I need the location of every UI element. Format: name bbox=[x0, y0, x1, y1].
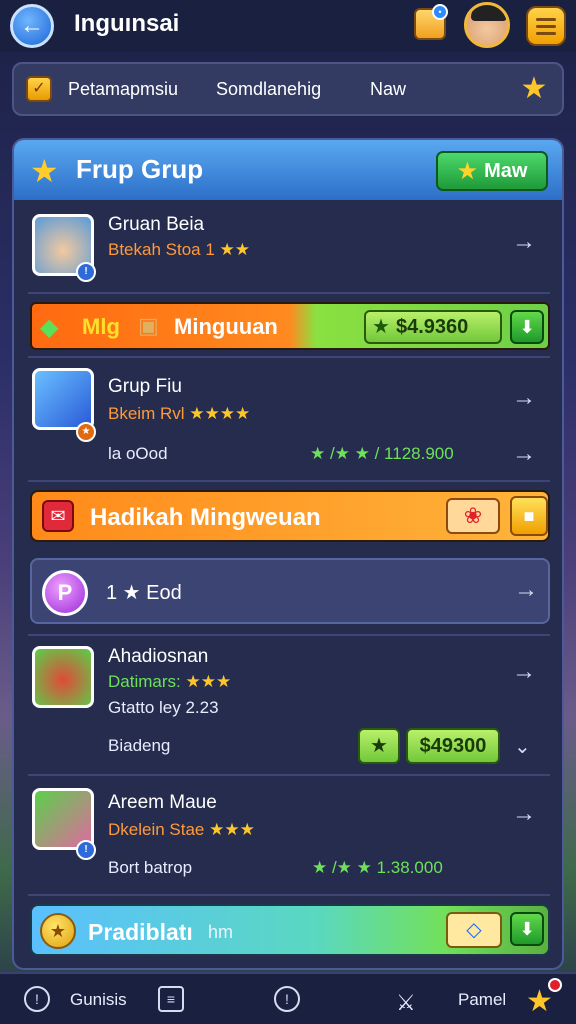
star-icon[interactable]: ★ bbox=[516, 71, 552, 107]
item-detail: Gtatto ley 2.23 bbox=[108, 698, 219, 717]
item-detail: la oOod bbox=[108, 444, 168, 463]
item-detail: Biadeng bbox=[108, 736, 171, 755]
item-title: Gruan Beia bbox=[108, 214, 205, 235]
group-panel: ★ Frup Grup ★ Maw ! Gruan Beia Btekah St… bbox=[12, 138, 564, 970]
notification-badge: • bbox=[432, 4, 448, 20]
item-title: Ahadiosnan bbox=[108, 646, 209, 667]
top-bar: ← Inguınsai • bbox=[0, 0, 576, 52]
avatar[interactable] bbox=[464, 2, 510, 48]
clock-icon[interactable]: ! bbox=[274, 986, 300, 1012]
item-subtitle: Dkelein Stae ★★★ bbox=[108, 820, 255, 839]
notification-badge bbox=[548, 978, 562, 992]
star-badge: ★ bbox=[76, 422, 96, 442]
banner-label: Pradiblatı bbox=[88, 919, 193, 945]
back-button[interactable]: ← bbox=[10, 4, 54, 48]
menu-button[interactable] bbox=[526, 6, 566, 46]
divider bbox=[28, 356, 550, 358]
item-title: Areem Maue bbox=[108, 792, 217, 813]
item-reward: ★ /★ ★ 1.38.000 bbox=[312, 858, 443, 877]
promo-banner[interactable]: ★ Pradiblatı hm ◇ ⬇ bbox=[30, 904, 550, 956]
item-reward: ★ /★ ★ / 1128.900 bbox=[310, 444, 454, 463]
banner-label: Hadikah Mingweuan bbox=[90, 504, 321, 531]
new-button[interactable]: ★ Maw bbox=[436, 151, 548, 191]
sword-icon[interactable]: ⚔ bbox=[396, 990, 416, 1016]
banner-label: Mlg bbox=[82, 314, 120, 339]
coin-icon: P bbox=[42, 570, 88, 616]
item-title: Grup Fiu bbox=[108, 376, 182, 397]
divider bbox=[28, 774, 550, 776]
clock-icon[interactable]: ! bbox=[24, 986, 50, 1012]
info-badge: ! bbox=[76, 262, 96, 282]
star-button[interactable]: ★ bbox=[358, 728, 400, 764]
gem-icon: ◆ bbox=[40, 314, 59, 341]
info-badge: ! bbox=[76, 840, 96, 860]
panel-header: ★ Frup Grup ★ Maw bbox=[14, 140, 562, 200]
tab-bar: ✓ Petamapmsiu Somdlanehig Naw ★ bbox=[12, 62, 564, 116]
monster-portrait bbox=[32, 646, 94, 708]
back-arrow-icon: ← bbox=[20, 12, 44, 39]
arrow-right-icon[interactable]: → bbox=[512, 440, 536, 468]
banner-sublabel: hm bbox=[208, 922, 234, 942]
coin-row[interactable]: P 1 ★ Eod → bbox=[30, 558, 550, 624]
tab-1[interactable]: Petamapmsiu bbox=[68, 79, 178, 100]
coin-label: 1 ★ Eod bbox=[106, 582, 182, 604]
nav-label[interactable]: Pamel bbox=[458, 990, 506, 1010]
add-button[interactable]: ⬇ bbox=[510, 310, 544, 344]
tab-2[interactable]: Somdlanehig bbox=[216, 79, 321, 100]
item-subtitle: Bkeim Rvl ★★★★ bbox=[108, 404, 251, 423]
coin-icon: ★ bbox=[40, 913, 76, 949]
divider bbox=[28, 894, 550, 896]
item-subtitle: Datimars: ★★★ bbox=[108, 672, 232, 691]
divider bbox=[28, 480, 550, 482]
bottom-nav: ! Gunisis ≡ ! ⚔ Pamel ★ bbox=[0, 972, 576, 1024]
claim-button[interactable]: ■ bbox=[510, 496, 548, 536]
panel-title: Frup Grup bbox=[76, 154, 204, 184]
arrow-right-icon[interactable]: → bbox=[514, 576, 538, 604]
item-detail: Bort batrop bbox=[108, 858, 193, 877]
box-icon: ▣ bbox=[138, 313, 159, 338]
arrow-right-icon[interactable]: → bbox=[512, 658, 536, 686]
star-icon: ★ bbox=[30, 153, 59, 189]
arrow-right-icon[interactable]: → bbox=[512, 228, 536, 256]
price-pill[interactable]: $49300 bbox=[406, 728, 500, 764]
weekly-gift-banner[interactable]: ✉ Hadikah Mingweuan ❀ ■ bbox=[30, 490, 550, 542]
weapon-portrait bbox=[32, 368, 94, 430]
add-button[interactable]: ⬇ bbox=[510, 912, 544, 946]
chevron-down-icon[interactable]: ⌄ bbox=[514, 734, 531, 759]
arrow-right-icon[interactable]: → bbox=[512, 384, 536, 412]
fish-icon[interactable]: ◇ bbox=[446, 912, 502, 948]
divider bbox=[28, 292, 550, 294]
star-icon: ★ bbox=[372, 316, 390, 338]
flower-icon[interactable]: ❀ bbox=[446, 498, 500, 534]
list-icon[interactable]: ≡ bbox=[158, 986, 184, 1012]
arrow-right-icon[interactable]: → bbox=[512, 800, 536, 828]
new-button-label: Maw bbox=[484, 159, 528, 182]
check-icon[interactable]: ✓ bbox=[26, 76, 52, 102]
price-pill[interactable]: ★ $4.9360 bbox=[364, 310, 502, 344]
nav-label[interactable]: Gunisis bbox=[70, 990, 127, 1010]
gift-icon: ✉ bbox=[42, 500, 74, 532]
weekly-banner[interactable]: ◆ Mlg ▣ Minguuan ★ $4.9360 ⬇ bbox=[30, 302, 550, 350]
item-subtitle: Btekah Stoa 1 ★★ bbox=[108, 240, 251, 259]
tab-3[interactable]: Naw bbox=[370, 79, 406, 100]
star-icon: ★ bbox=[456, 157, 479, 185]
divider bbox=[28, 634, 550, 636]
banner-label: Minguuan bbox=[174, 314, 278, 339]
page-title: Inguınsai bbox=[74, 10, 180, 37]
